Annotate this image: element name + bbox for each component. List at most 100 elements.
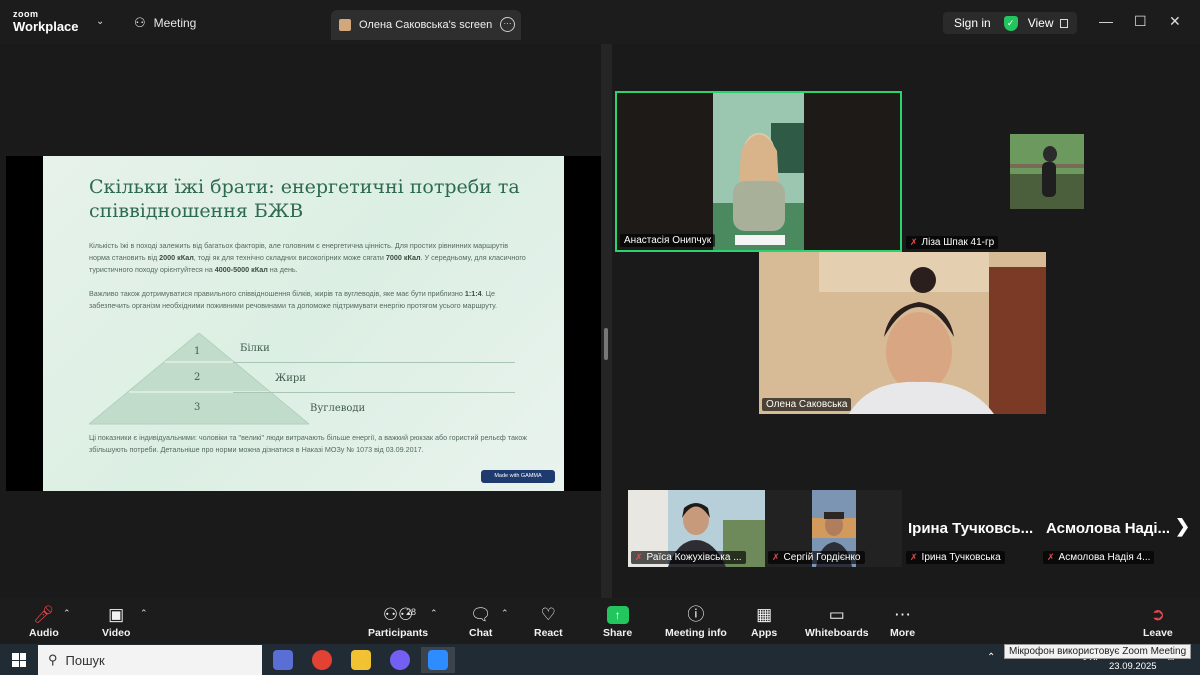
close-icon[interactable]: ✕ (1169, 13, 1181, 30)
share-label: Share (603, 627, 633, 639)
chat-button[interactable]: 🗨︎ Chat (469, 603, 492, 639)
mic-muted-icon: ✗ (910, 552, 918, 562)
participant-name: ✗ Ліза Шпак 41-гр (906, 236, 999, 249)
apps-label: Apps (751, 627, 778, 639)
participant-name: ✗ Сергій Гордієнко (768, 551, 865, 564)
next-page-arrow-icon[interactable]: ❯ (1175, 516, 1190, 537)
chat-label: Chat (469, 627, 493, 639)
sign-in-button[interactable]: Sign in (954, 16, 991, 30)
share-button[interactable]: ↑ Share (603, 603, 632, 639)
divider (233, 362, 515, 363)
meeting-info-button[interactable]: ⓘ Meeting info (665, 603, 727, 639)
slide-paragraph-1: Кількість їжі в поході залежить від бага… (89, 241, 526, 274)
microphone-usage-tooltip: Мікрофон використовує Zoom Meeting (1004, 644, 1192, 659)
apps-button[interactable]: ▦ Apps (751, 603, 777, 639)
viber-icon[interactable] (383, 647, 417, 673)
more-button[interactable]: ⋯ More (890, 603, 915, 639)
meeting-toolbar: 🎤︎ Audio ⌃ ▣ Video ⌃ ⚇⚇ Participants 28 … (0, 598, 1200, 644)
participant-name: Олена Саковська (762, 398, 852, 411)
mic-muted-icon: ✗ (1047, 552, 1055, 562)
maximize-icon[interactable]: ☐ (1134, 13, 1147, 30)
participants-count: 28 (406, 607, 417, 617)
more-dots-icon: ⋯ (894, 605, 912, 624)
chrome-icon[interactable] (305, 647, 339, 673)
tab-meeting-label: Meeting (153, 16, 197, 30)
shared-screen: Скільки їжі брати: енергетичні потреби т… (6, 156, 601, 491)
made-with-badge[interactable]: Made with GAMMA (481, 470, 555, 483)
view-layout-icon[interactable] (1059, 18, 1068, 28)
participant-name: Анастасія Онипчук (620, 234, 716, 247)
chevron-up-icon[interactable]: ⌃ (987, 652, 995, 663)
more-label: More (890, 627, 916, 639)
view-button[interactable]: View (1028, 16, 1054, 30)
chevron-up-icon[interactable]: ⌃ (501, 608, 509, 619)
split-divider[interactable] (601, 44, 612, 598)
title-bar: zoom Workplace ⌄ ⚇ Meeting Олена Саковсь… (0, 0, 1200, 44)
more-options-icon[interactable]: ··· (500, 17, 515, 32)
video-tile[interactable]: Олена Саковська (759, 252, 1046, 414)
tab-shared-screen[interactable]: Олена Саковська's screen ··· (331, 10, 521, 40)
video-tile[interactable]: Асмолова Наді... ✗ Асмолова Надія 4... (1040, 490, 1173, 567)
taskbar-date[interactable]: 23.09.2025 (1109, 661, 1157, 672)
participant-name: ✗ Ірина Тучковська (906, 551, 1005, 564)
participant-name: ✗ Раїса Кожухівська ... (631, 551, 746, 564)
file-explorer-icon[interactable] (344, 647, 378, 673)
tab-meeting[interactable]: ⚇ Meeting (134, 15, 196, 31)
video-camera-icon: ▣ (108, 605, 125, 624)
participant-video (759, 252, 1046, 414)
video-tile[interactable]: Анастасія Онипчук (615, 91, 902, 252)
logo-bottom: Workplace (13, 19, 79, 34)
search-placeholder: Пошук (65, 652, 105, 668)
minimize-icon[interactable]: — (1099, 13, 1113, 29)
leave-label: Leave (1143, 627, 1173, 639)
mic-muted-icon: ✗ (772, 552, 780, 562)
pyramid-level-1-number: 1 (194, 346, 201, 357)
tab-shared-screen-label: Олена Саковська's screen (359, 19, 493, 31)
video-button[interactable]: ▣ Video (102, 603, 130, 639)
presentation-slide: Скільки їжі брати: енергетичні потреби т… (43, 156, 564, 491)
video-tile[interactable]: ✗ Ліза Шпак 41-гр (903, 91, 1100, 252)
chevron-up-icon[interactable]: ⌃ (430, 608, 438, 619)
mic-muted-icon: ✗ (910, 237, 918, 247)
audio-button[interactable]: 🎤︎ Audio (29, 603, 59, 639)
participant-video (713, 93, 804, 250)
leave-button[interactable]: ➲ Leave (1143, 603, 1173, 639)
whiteboards-button[interactable]: ▭ Whiteboards (805, 603, 869, 639)
whiteboard-icon: ▭ (828, 605, 845, 624)
shield-check-icon[interactable]: ✓ (1003, 15, 1018, 31)
chat-icon: 🗨︎ (469, 605, 492, 624)
windows-start-icon[interactable] (12, 653, 26, 667)
share-screen-icon: ↑ (606, 606, 629, 624)
meeting-info-label: Meeting info (665, 627, 727, 639)
participant-name: ✗ Асмолова Надія 4... (1043, 551, 1155, 564)
chevron-up-icon[interactable]: ⌃ (140, 608, 148, 619)
info-icon: ⓘ (687, 605, 705, 624)
drag-handle[interactable] (604, 328, 608, 360)
slide-title: Скільки їжі брати: енергетичні потреби т… (89, 176, 520, 222)
participant-display-name: Ірина Тучковсь... (908, 520, 1034, 537)
participants-label: Participants (368, 627, 429, 639)
search-icon: ⚲ (48, 652, 58, 667)
zoom-logo[interactable]: zoom Workplace (13, 9, 79, 34)
slide-paragraph-3: Ці показники є індивідуальними: чоловіки… (89, 433, 527, 454)
chevron-down-icon[interactable]: ⌄ (96, 16, 104, 27)
video-tile[interactable]: Ірина Тучковсь... ✗ Ірина Тучковська (903, 490, 1040, 567)
video-tile[interactable]: ✗ Сергій Гордієнко (765, 490, 902, 567)
audio-label: Audio (29, 627, 59, 639)
zoom-taskbar-icon[interactable] (421, 647, 455, 673)
signin-view-group: Sign in ✓ View (943, 12, 1077, 34)
react-button[interactable]: ♡ React (534, 603, 563, 639)
pyramid-level-3-label: Вуглеводи (310, 403, 366, 414)
participants-button[interactable]: ⚇⚇ Participants (368, 603, 428, 639)
heart-icon: ♡ (540, 605, 556, 624)
divider (233, 392, 515, 393)
meeting-area: Скільки їжі брати: енергетичні потреби т… (0, 44, 1200, 598)
logo-top: zoom (13, 9, 39, 19)
video-tile[interactable]: ✗ Раїса Кожухівська ... (628, 490, 765, 567)
mic-muted-icon: 🎤︎ (33, 605, 55, 624)
taskbar-search[interactable]: ⚲ Пошук (38, 645, 262, 675)
pyramid-level-1-label: Білки (240, 343, 270, 354)
save-app-icon[interactable] (266, 647, 300, 673)
chevron-up-icon[interactable]: ⌃ (63, 608, 71, 619)
react-label: React (534, 627, 563, 639)
